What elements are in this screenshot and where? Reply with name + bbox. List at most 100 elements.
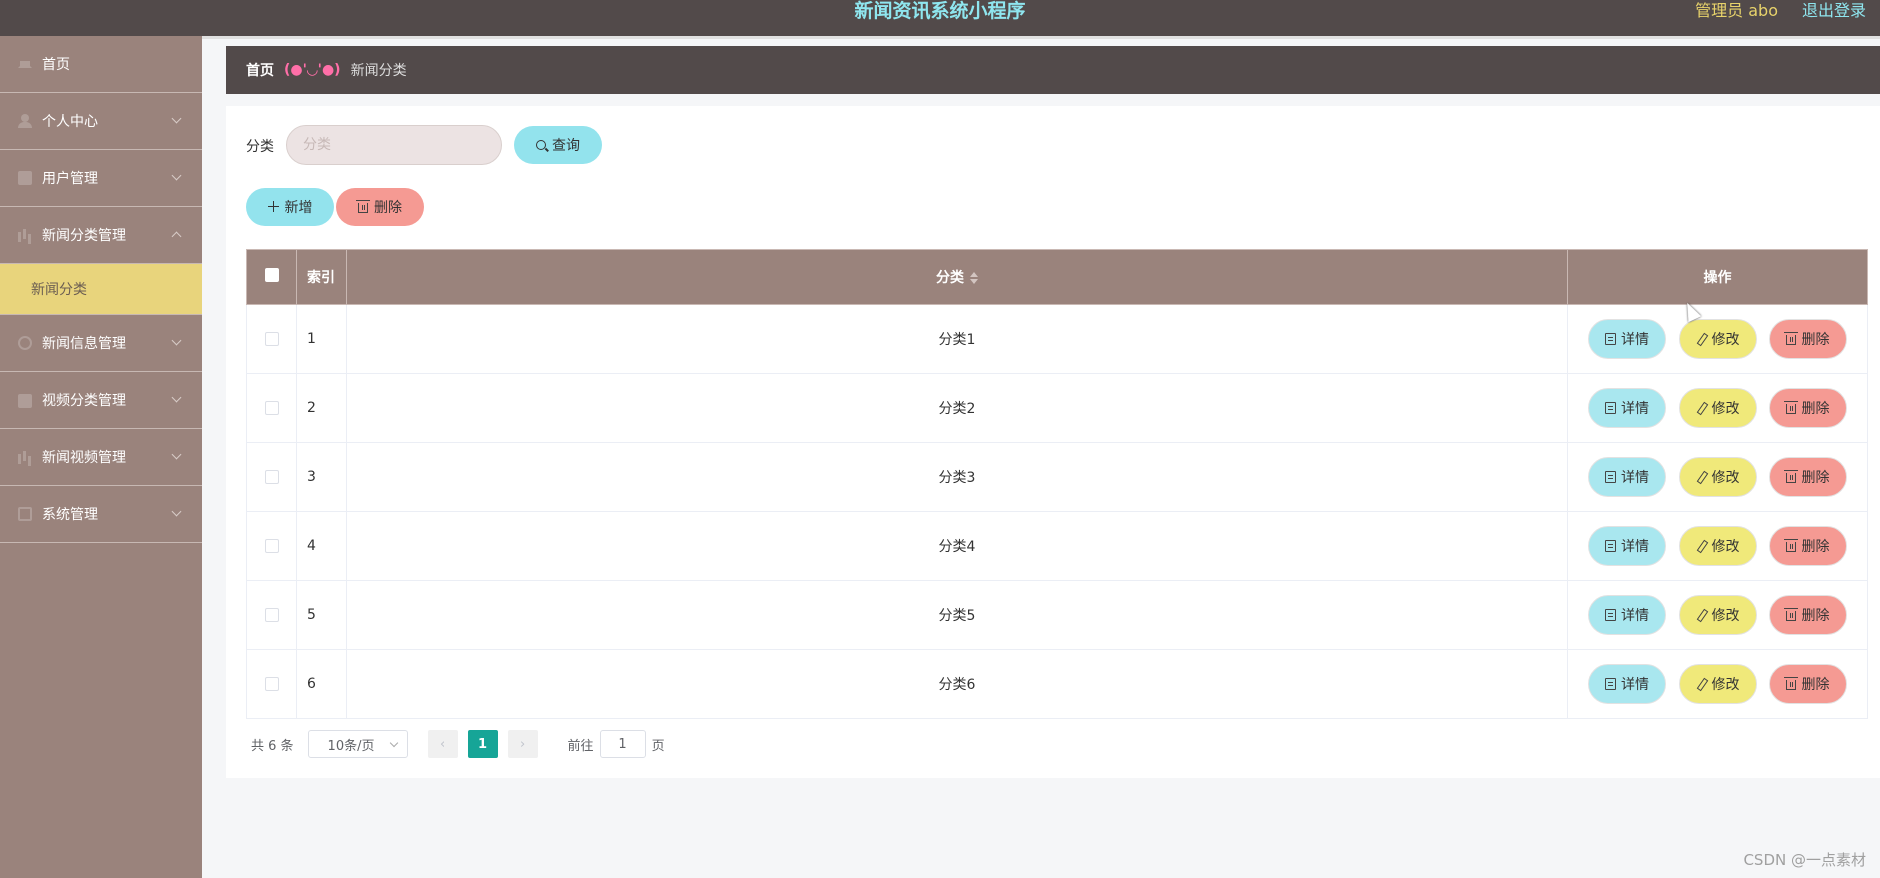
detail-button[interactable]: 详情: [1588, 319, 1667, 359]
delete-button[interactable]: 删除: [1768, 664, 1847, 704]
row-checkbox-cell: [246, 304, 297, 374]
category-table: 索引 分类 操作 1 分类1 详情 修改 删除 2 分类2 详情 修改 删除 3…: [246, 249, 1868, 719]
row-checkbox[interactable]: [264, 401, 279, 415]
page-number-button[interactable]: 1: [467, 730, 498, 758]
edit-button-label: 修改: [1711, 539, 1740, 555]
trash-icon: [1784, 401, 1799, 414]
detail-button-label: 详情: [1621, 539, 1650, 555]
document-icon: [1605, 333, 1617, 345]
sidebar-item-news-video-management[interactable]: 新闻视频管理: [0, 429, 202, 486]
chevron-up-icon: [171, 231, 182, 242]
table-row: 2 分类2 详情 修改 删除: [246, 373, 1868, 443]
row-checkbox[interactable]: [264, 677, 279, 691]
row-checkbox[interactable]: [264, 608, 279, 622]
goto-suffix: 页: [651, 738, 665, 754]
sidebar: 首页 个人中心 用户管理 新闻分类管理 新闻分类 新闻信息管理 视频分类管理 新…: [0, 36, 202, 878]
sidebar-item-label: 新闻信息管理: [42, 336, 126, 352]
detail-button[interactable]: 详情: [1588, 457, 1667, 497]
query-button[interactable]: 查询: [514, 126, 602, 164]
delete-button-label: 删除: [1801, 332, 1830, 348]
row-index: 4: [296, 511, 347, 581]
detail-button[interactable]: 详情: [1588, 664, 1667, 704]
table-row: 4 分类4 详情 修改 删除: [246, 511, 1868, 581]
row-checkbox[interactable]: [264, 539, 279, 553]
table-header-row: 索引 分类 操作: [246, 249, 1868, 305]
delete-button-label: 删除: [1801, 401, 1830, 417]
search-icon: [536, 140, 546, 150]
sidebar-item-video-category-management[interactable]: 视频分类管理: [0, 372, 202, 429]
row-index: 3: [296, 442, 347, 512]
row-operations: 详情 修改 删除: [1567, 580, 1868, 650]
chevron-down-icon: [171, 506, 182, 517]
page-size-select[interactable]: 10条/页: [307, 730, 408, 758]
column-header-category[interactable]: 分类: [346, 249, 1568, 305]
top-header: 新闻资讯系统小程序 管理员 abo 退出登录: [0, 0, 1880, 39]
edit-icon: [1696, 609, 1707, 621]
edit-button[interactable]: 修改: [1678, 457, 1757, 497]
detail-button[interactable]: 详情: [1588, 388, 1667, 428]
row-index: 1: [296, 304, 347, 374]
pagination-total: 共 6 条: [251, 738, 294, 754]
sort-icon[interactable]: [970, 272, 978, 284]
edit-icon: [1696, 471, 1707, 483]
sidebar-item-news-info-management[interactable]: 新闻信息管理: [0, 315, 202, 372]
prev-page-button[interactable]: ‹: [427, 730, 458, 758]
sidebar-item-user-management[interactable]: 用户管理: [0, 150, 202, 207]
sidebar-subitem-label: 新闻分类: [31, 282, 87, 298]
app-title: 新闻资讯系统小程序: [854, 0, 1026, 22]
row-category: 分类6: [346, 649, 1568, 719]
chevron-down-icon: [389, 738, 398, 748]
sidebar-item-label: 个人中心: [42, 114, 98, 130]
edit-button[interactable]: 修改: [1678, 526, 1757, 566]
row-category: 分类2: [346, 373, 1568, 443]
detail-button[interactable]: 详情: [1588, 526, 1667, 566]
sidebar-item-label: 用户管理: [42, 171, 98, 187]
category-search-input[interactable]: [286, 125, 502, 165]
row-checkbox-cell: [246, 442, 297, 512]
sidebar-item-personal-center[interactable]: 个人中心: [0, 93, 202, 150]
edit-icon: [1696, 540, 1707, 552]
edit-icon: [1696, 333, 1707, 345]
detail-button[interactable]: 详情: [1588, 595, 1667, 635]
row-category: 分类4: [346, 511, 1568, 581]
goto-page-input[interactable]: [599, 730, 646, 758]
row-checkbox[interactable]: [264, 470, 279, 484]
row-checkbox-cell: [246, 649, 297, 719]
detail-button-label: 详情: [1621, 677, 1650, 693]
sidebar-item-system-management[interactable]: 系统管理: [0, 486, 202, 543]
document-icon: [1605, 678, 1617, 690]
chevron-down-icon: [171, 449, 182, 460]
row-category: 分类5: [346, 580, 1568, 650]
sidebar-item-label: 新闻分类管理: [42, 228, 126, 244]
breadcrumb-home[interactable]: 首页: [246, 60, 274, 80]
document-icon: [1605, 402, 1617, 414]
query-button-label: 查询: [552, 138, 580, 154]
row-index: 5: [296, 580, 347, 650]
delete-button[interactable]: 删除: [1768, 526, 1847, 566]
delete-button[interactable]: 删除: [1768, 457, 1847, 497]
delete-button[interactable]: 删除: [1768, 319, 1847, 359]
logout-link[interactable]: 退出登录: [1802, 0, 1866, 21]
document-icon: [1605, 609, 1617, 621]
delete-button[interactable]: 删除: [1768, 595, 1847, 635]
edit-button[interactable]: 修改: [1678, 319, 1757, 359]
sidebar-item-home[interactable]: 首页: [0, 36, 202, 93]
chevron-down-icon: [171, 113, 182, 124]
sidebar-subitem-news-category[interactable]: 新闻分类: [0, 264, 202, 315]
edit-button[interactable]: 修改: [1678, 388, 1757, 428]
trash-icon: [1784, 608, 1799, 621]
next-page-button[interactable]: ›: [507, 730, 538, 758]
add-button[interactable]: 新增: [246, 188, 334, 226]
edit-button[interactable]: 修改: [1678, 664, 1757, 704]
edit-icon: [1696, 402, 1707, 414]
edit-button[interactable]: 修改: [1678, 595, 1757, 635]
delete-button[interactable]: 删除: [1768, 388, 1847, 428]
header-divider: [0, 36, 1880, 39]
admin-label: 管理员 abo: [1695, 1, 1778, 20]
select-all-checkbox[interactable]: [264, 268, 279, 282]
sidebar-item-news-category-management[interactable]: 新闻分类管理: [0, 207, 202, 264]
row-checkbox[interactable]: [264, 332, 279, 346]
delete-button-label: 删除: [1801, 677, 1830, 693]
row-operations: 详情 修改 删除: [1567, 442, 1868, 512]
batch-delete-button[interactable]: 删除: [336, 188, 424, 226]
